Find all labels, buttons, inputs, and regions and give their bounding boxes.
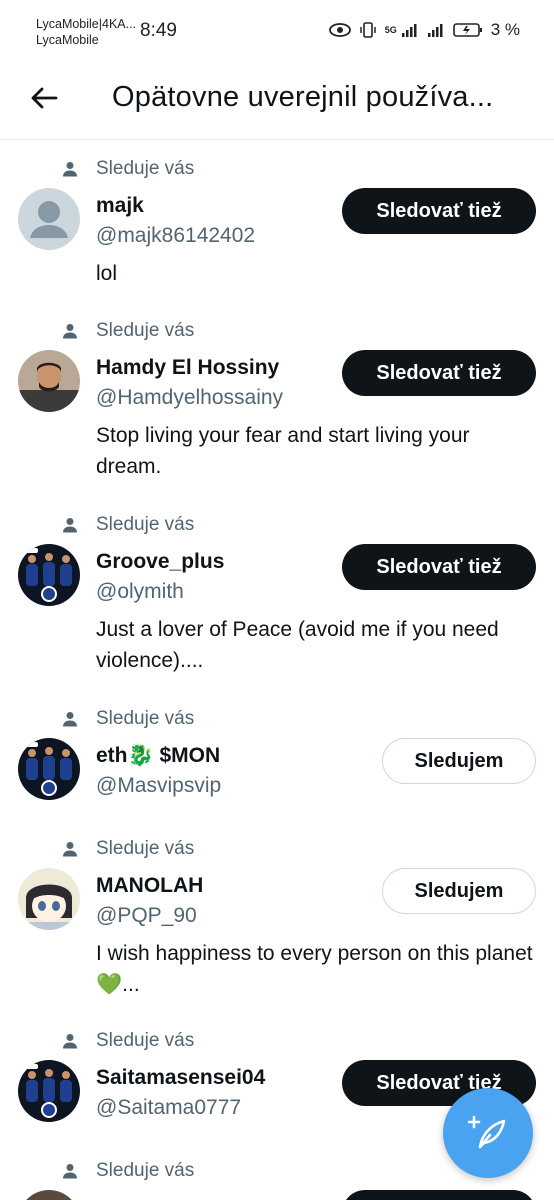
user-name[interactable]: Groove_plus — [96, 550, 224, 574]
following-button[interactable]: Sledujem — [382, 738, 536, 784]
follows-you-text: Sleduje vás — [96, 1030, 195, 1051]
user-handle: @PQP_90 — [96, 904, 197, 927]
status-icons: 5G 3 % — [328, 20, 520, 40]
follows-you-text: Sleduje vás — [96, 158, 195, 179]
signal-icon-2 — [427, 24, 443, 37]
user-handle: @Saitama0777 — [96, 1096, 242, 1119]
avatar[interactable] — [18, 188, 80, 250]
avatar[interactable] — [18, 1060, 80, 1122]
user-name[interactable]: Saitamasensei04 — [96, 1066, 265, 1090]
battery-icon — [452, 23, 482, 37]
back-button[interactable] — [24, 78, 64, 118]
user-name[interactable]: MANOLAH — [96, 874, 203, 898]
follows-you-text: Sleduje vás — [96, 708, 195, 729]
follows-you-label: Sleduje vás — [60, 320, 194, 342]
person-icon — [60, 839, 80, 859]
follow-back-button[interactable]: Sledovať tiež — [342, 544, 536, 590]
avatar[interactable] — [18, 868, 80, 930]
user-bio: Just a lover of Peace (avoid me if you n… — [96, 618, 499, 672]
avatar[interactable] — [18, 544, 80, 606]
status-time: 8:49 — [140, 20, 177, 41]
follows-you-text: Sleduje vás — [96, 514, 195, 535]
user-bio: Stop living your fear and start living y… — [96, 424, 470, 478]
compose-button[interactable] — [443, 1088, 533, 1178]
user-handle: @majk86142402 — [96, 224, 256, 247]
signal-icon — [401, 24, 417, 37]
back-arrow-icon — [31, 87, 58, 109]
carrier-line-1: LycaMobile|4KA... — [36, 17, 137, 31]
avatar[interactable] — [18, 738, 80, 800]
follows-you-label: Sleduje vás — [60, 1030, 194, 1052]
list-item[interactable]: Sleduje vás MANOLAH @PQP_90 I wish happi… — [0, 820, 554, 1012]
follows-you-label: Sleduje vás — [60, 514, 194, 536]
follows-you-label: Sleduje vás — [60, 1160, 194, 1182]
following-button[interactable]: Sledujem — [382, 868, 536, 914]
status-bar: LycaMobile|4KA... LycaMobile 8:49 5G 3 % — [0, 0, 554, 62]
list-item[interactable]: Sleduje vás Groove_plus @olymith Just a … — [0, 496, 554, 690]
network-type: 5G — [384, 25, 397, 35]
top-app-bar: Opätovne uverejnil používa... — [0, 62, 554, 140]
follows-you-text: Sleduje vás — [96, 320, 195, 341]
follow-back-button[interactable]: Sledovať tiež — [342, 188, 536, 234]
person-icon — [60, 159, 80, 179]
user-name[interactable]: majk — [96, 194, 144, 218]
follows-you-text: Sleduje vás — [96, 838, 195, 859]
follows-you-label: Sleduje vás — [60, 158, 194, 180]
follows-you-label: Sleduje vás — [60, 708, 194, 730]
user-handle: @Masvipsvip — [96, 774, 222, 797]
person-icon — [60, 321, 80, 341]
user-handle: @olymith — [96, 580, 184, 603]
battery-level: 3 % — [490, 20, 520, 39]
carrier-line-2: LycaMobile — [36, 33, 99, 47]
person-icon — [60, 1031, 80, 1051]
follows-you-label: Sleduje vás — [60, 838, 194, 860]
person-icon — [60, 1161, 80, 1181]
avatar[interactable] — [18, 350, 80, 412]
user-name[interactable]: eth🐉 $MON — [96, 744, 220, 768]
page-title: Opätovne uverejnil používa... — [112, 81, 494, 113]
person-icon — [60, 709, 80, 729]
carrier-info: LycaMobile|4KA... LycaMobile — [36, 16, 136, 48]
list-item[interactable]: Sleduje vás Hamdy El Hossiny @Hamdyelhos… — [0, 302, 554, 496]
eye-icon — [328, 23, 351, 37]
user-handle: @Hamdyelhossainy — [96, 386, 284, 409]
vibrate-icon — [359, 22, 376, 38]
follow-back-button[interactable]: Sledovať tiež — [342, 350, 536, 396]
follow-back-button[interactable] — [342, 1190, 536, 1200]
list-item[interactable]: Sleduje vás majk @majk86142402 lol Sledo… — [0, 140, 554, 302]
user-bio: I wish happiness to every person on this… — [96, 942, 533, 996]
follows-you-text: Sleduje vás — [96, 1160, 195, 1181]
avatar[interactable] — [18, 1190, 80, 1200]
user-bio: lol — [96, 262, 118, 285]
person-icon — [60, 515, 80, 535]
compose-post-icon — [468, 1115, 506, 1149]
list-item[interactable]: Sleduje vás eth🐉 $MON @Masvipsvip Sleduj… — [0, 690, 554, 820]
user-name[interactable]: Hamdy El Hossiny — [96, 356, 279, 380]
